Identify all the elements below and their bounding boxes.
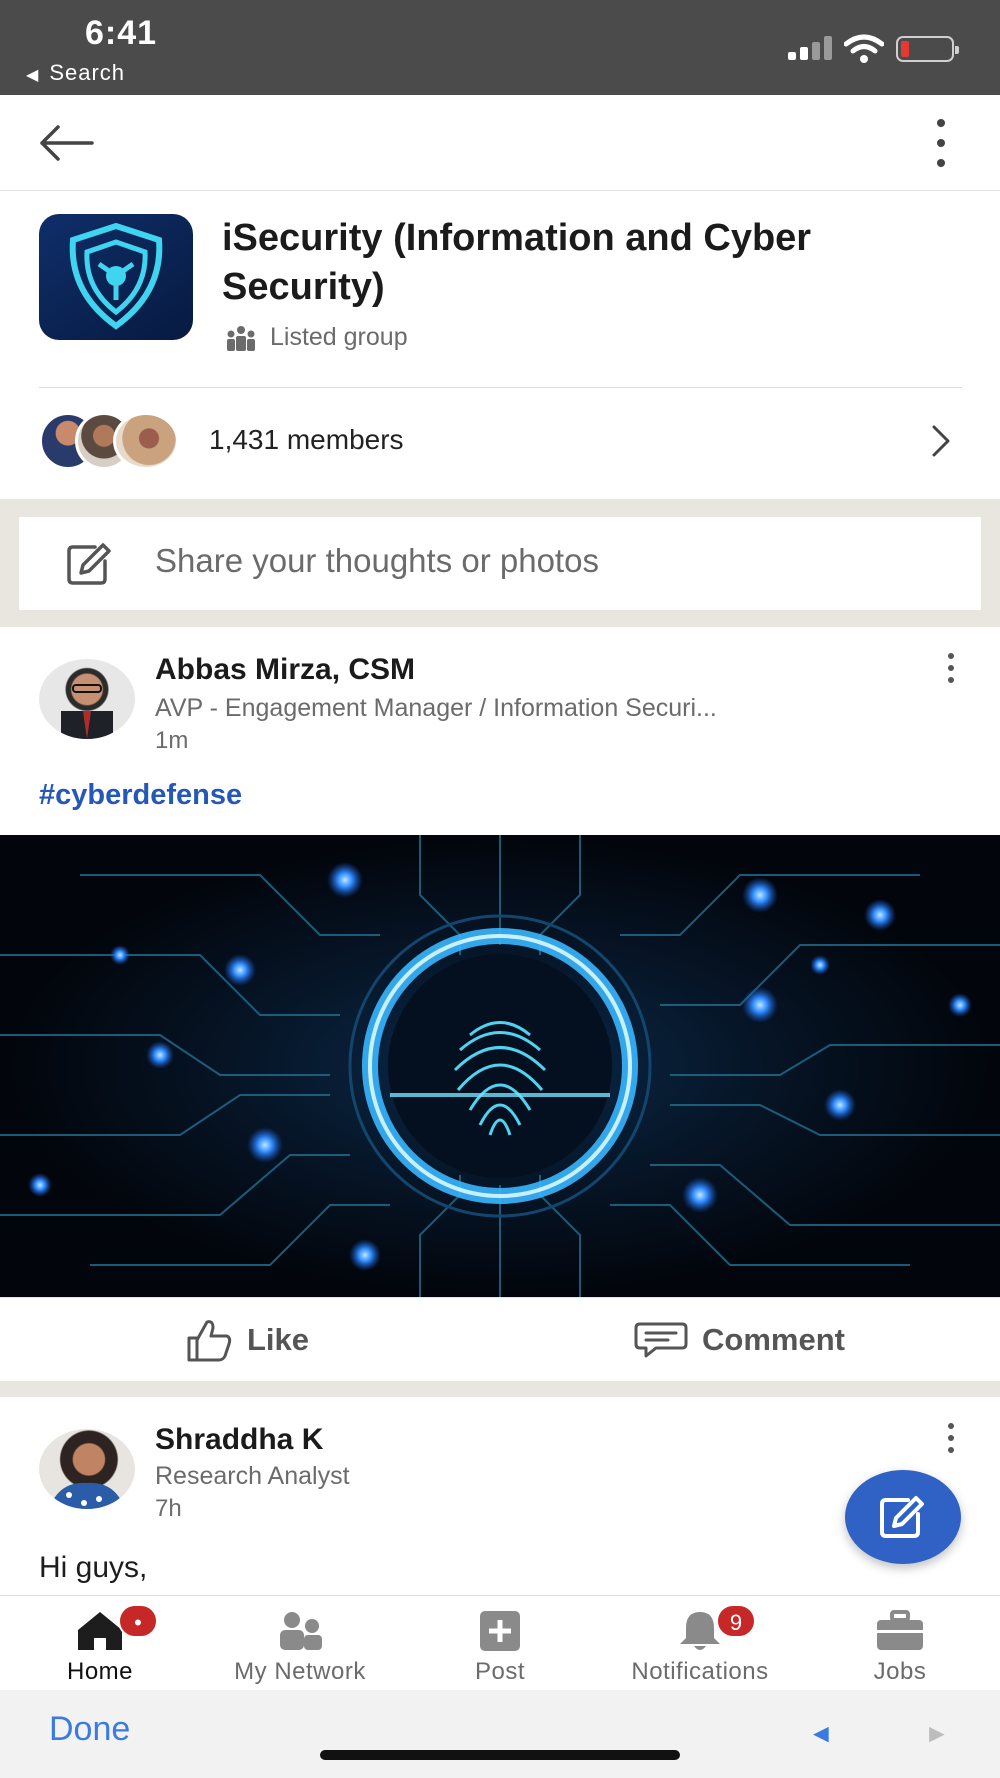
group-type-label: Listed group [270, 323, 408, 351]
wifi-icon [844, 34, 884, 63]
members-row[interactable]: 1,431 members [0, 412, 1000, 472]
share-placeholder: Share your thoughts or photos [155, 542, 599, 579]
post-plus-icon [480, 1611, 520, 1651]
like-button[interactable]: Like [185, 1316, 309, 1364]
status-bar: 6:41 ◀ Search [0, 0, 1000, 95]
tab-my-network[interactable]: My Network [200, 1596, 400, 1691]
members-count: 1,431 members [209, 424, 404, 455]
tab-post-label: Post [474, 1658, 526, 1685]
group-logo [39, 214, 193, 340]
network-icon [280, 1612, 322, 1650]
tab-notifications-label: Notifications [631, 1658, 769, 1685]
top-navigation [0, 95, 1000, 191]
section-separator [0, 1381, 1000, 1397]
group-header: iSecurity (Information and Cyber Securit… [0, 192, 1000, 499]
post-timestamp: 7h [155, 1495, 182, 1522]
share-box[interactable]: Share your thoughts or photos [19, 517, 981, 610]
forward-arrow-icon[interactable]: ► [924, 1718, 950, 1749]
battery-icon [896, 36, 959, 62]
post-text: Hi guys, [39, 1551, 148, 1584]
avatar[interactable] [39, 659, 135, 739]
comment-button[interactable]: Comment [634, 1316, 845, 1364]
briefcase-icon [877, 1610, 923, 1650]
tab-post[interactable]: Post [400, 1596, 600, 1691]
member-avatars [39, 412, 189, 470]
comment-icon [634, 1322, 688, 1358]
home-indicator [320, 1750, 680, 1760]
divider [39, 387, 962, 388]
bottom-tab-bar: • Home My Network Post 9 Notifications J… [0, 1595, 1000, 1690]
chevron-right-icon [932, 425, 950, 457]
group-type: Listed group [226, 323, 408, 352]
more-vertical-icon[interactable] [944, 653, 958, 683]
post-author-title: Research Analyst [155, 1462, 350, 1490]
done-button[interactable]: Done [49, 1710, 130, 1749]
tab-jobs-label: Jobs [873, 1658, 927, 1685]
edit-icon [880, 1496, 924, 1538]
thumbs-up-icon [187, 1320, 232, 1362]
more-vertical-icon[interactable] [928, 119, 954, 167]
tab-jobs[interactable]: Jobs [800, 1596, 1000, 1691]
post-author-title: AVP - Engagement Manager / Information S… [155, 694, 717, 722]
back-arrow-icon[interactable]: ◄ [808, 1718, 834, 1749]
group-people-icon [227, 325, 255, 351]
tab-home-label: Home [66, 1658, 134, 1685]
comment-label: Comment [702, 1322, 845, 1357]
compose-post-button[interactable] [845, 1470, 961, 1564]
tab-my-network-label: My Network [234, 1658, 366, 1685]
back-app-label: Search [49, 60, 126, 85]
cellular-signal-icon [788, 36, 836, 60]
status-time: 6:41 [85, 14, 158, 52]
post-author-name[interactable]: Shraddha K [155, 1423, 323, 1457]
back-triangle-icon: ◀ [26, 67, 40, 84]
notifications-badge: 9 [716, 1604, 756, 1638]
post-timestamp: 1m [155, 727, 189, 754]
post-image[interactable] [0, 835, 1000, 1297]
group-title: iSecurity (Information and Cyber Securit… [222, 217, 812, 308]
compose-icon [67, 543, 111, 585]
arrow-left-icon[interactable] [38, 123, 94, 163]
avatar [113, 412, 179, 470]
browser-toolbar: Done ◄ ► [0, 1690, 1000, 1778]
post-hashtag[interactable]: #cyberdefense [39, 779, 242, 812]
tab-home[interactable]: • Home [0, 1596, 200, 1691]
post-actions: Like Comment [0, 1297, 1000, 1381]
home-badge: • [118, 1604, 158, 1638]
like-label: Like [247, 1322, 310, 1357]
post-author-name[interactable]: Abbas Mirza, CSM [155, 653, 415, 687]
more-vertical-icon[interactable] [944, 1423, 958, 1453]
back-to-app-link[interactable]: ◀ Search [26, 60, 125, 86]
avatar[interactable] [39, 1429, 135, 1509]
tab-notifications[interactable]: 9 Notifications [600, 1596, 800, 1691]
